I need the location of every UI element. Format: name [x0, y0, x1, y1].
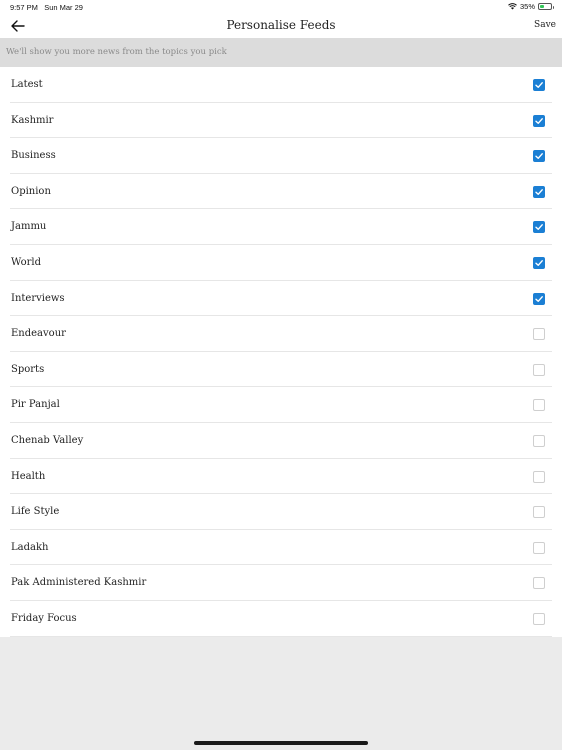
- navigation-bar: Personalise Feeds Save: [0, 14, 562, 38]
- checkbox-unchecked[interactable]: [533, 541, 545, 554]
- list-item[interactable]: Pir Panjal: [0, 387, 562, 423]
- topic-label: Jammu: [11, 221, 47, 233]
- checkbox-unchecked[interactable]: [533, 328, 545, 341]
- topic-label: Kashmir: [11, 114, 54, 126]
- topic-label: Health: [11, 470, 46, 482]
- checkmark-icon: [534, 222, 544, 232]
- list-item[interactable]: Opinion: [0, 174, 562, 210]
- topic-label: Endeavour: [11, 328, 66, 340]
- topic-label: Ladakh: [11, 541, 49, 553]
- subtitle-text: We'll show you more news from the topics…: [6, 47, 227, 57]
- checkbox-unchecked[interactable]: [533, 506, 545, 519]
- page-title: Personalise Feeds: [226, 18, 336, 32]
- topic-list: Latest Kashmir Business Opinion Jammu World In…: [0, 67, 562, 637]
- checkmark-icon: [534, 187, 544, 197]
- list-item[interactable]: Sports: [0, 352, 562, 388]
- topic-label: Business: [11, 150, 56, 162]
- list-item[interactable]: Endeavour: [0, 316, 562, 352]
- checkbox-unchecked[interactable]: [533, 434, 545, 447]
- list-item[interactable]: Pak Administered Kashmir: [0, 565, 562, 601]
- list-item[interactable]: Chenab Valley: [0, 423, 562, 459]
- status-date: Sun Mar 29: [44, 3, 83, 12]
- checkbox-unchecked[interactable]: [533, 399, 545, 412]
- list-item[interactable]: Friday Focus: [0, 601, 562, 637]
- checkmark-icon: [534, 116, 544, 126]
- checkmark-icon: [534, 80, 544, 90]
- topic-label: Latest: [11, 79, 43, 90]
- checkbox-unchecked[interactable]: [533, 363, 545, 376]
- checkbox-checked[interactable]: [533, 79, 545, 91]
- checkmark-icon: [534, 258, 544, 268]
- checkbox-checked[interactable]: [533, 114, 545, 127]
- topic-label: World: [11, 256, 41, 268]
- list-item[interactable]: Ladakh: [0, 530, 562, 566]
- topic-label: Interviews: [11, 292, 65, 304]
- list-item[interactable]: World: [0, 245, 562, 281]
- checkmark-icon: [534, 151, 544, 161]
- battery-charging-icon: [538, 3, 554, 10]
- list-item[interactable]: Jammu: [0, 209, 562, 245]
- checkmark-icon: [534, 294, 544, 304]
- list-item[interactable]: Business: [0, 138, 562, 174]
- home-indicator[interactable]: [194, 741, 368, 745]
- list-item[interactable]: Health: [0, 459, 562, 495]
- list-item[interactable]: Latest: [0, 67, 562, 103]
- subtitle-banner: We'll show you more news from the topics…: [0, 38, 562, 67]
- checkbox-checked[interactable]: [533, 221, 545, 234]
- wifi-icon: [508, 3, 517, 10]
- checkbox-checked[interactable]: [533, 185, 545, 198]
- checkbox-checked[interactable]: [533, 292, 545, 305]
- checkbox-checked[interactable]: [533, 256, 545, 269]
- battery-percent: 35%: [519, 2, 535, 11]
- list-item[interactable]: Life Style: [0, 494, 562, 530]
- status-time: 9:57 PM Sun Mar 29: [10, 3, 83, 12]
- topic-label: Sports: [11, 363, 45, 375]
- list-item[interactable]: Kashmir: [0, 103, 562, 139]
- checkbox-checked[interactable]: [533, 150, 545, 163]
- status-indicators: 35%: [508, 2, 554, 11]
- topic-label: Pir Panjal: [11, 399, 60, 411]
- battery-level: [540, 5, 544, 8]
- status-bar: 9:57 PM Sun Mar 29 35%: [0, 0, 562, 14]
- list-item[interactable]: Interviews: [0, 281, 562, 317]
- topic-label: Pak Administered Kashmir: [11, 577, 147, 589]
- topic-label: Friday Focus: [11, 612, 77, 624]
- save-button[interactable]: Save: [534, 20, 556, 30]
- topic-label: Life Style: [11, 506, 60, 518]
- checkbox-unchecked[interactable]: [533, 470, 545, 483]
- checkbox-unchecked[interactable]: [533, 577, 545, 590]
- status-clock: 9:57 PM: [10, 3, 38, 12]
- topic-label: Chenab Valley: [11, 434, 84, 446]
- topic-label: Opinion: [11, 185, 51, 197]
- checkbox-unchecked[interactable]: [533, 612, 545, 625]
